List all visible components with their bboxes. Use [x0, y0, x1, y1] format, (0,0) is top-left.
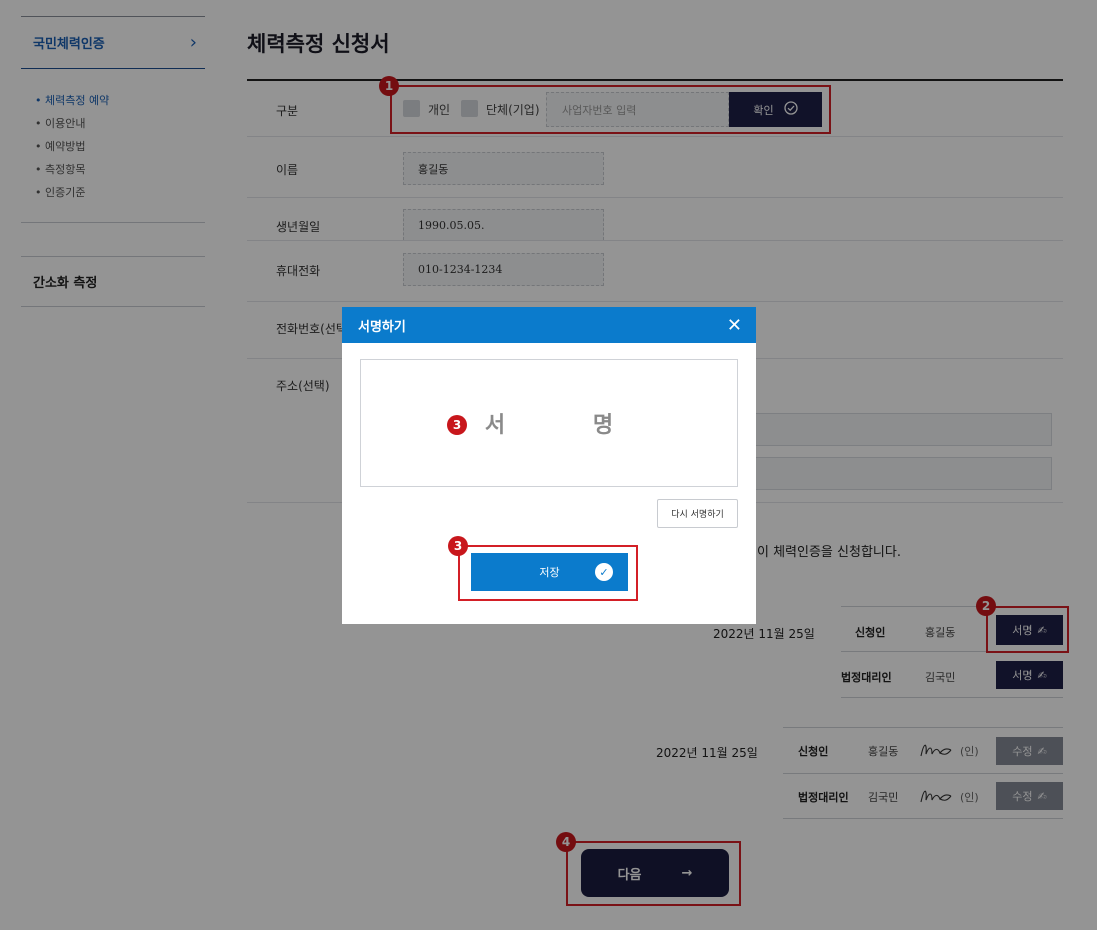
save-button-label: 저장 — [539, 566, 560, 579]
check-circle-icon: ✓ — [595, 563, 613, 581]
signature-pad[interactable]: 3 서 명 — [360, 359, 738, 487]
modal-header: 서명하기 ✕ — [342, 307, 756, 343]
save-button[interactable]: 저장 ✓ — [471, 553, 628, 591]
step-badge-3: 3 — [447, 415, 467, 435]
signature-modal: 서명하기 ✕ 3 서 명 다시 서명하기 3 저장 ✓ — [342, 307, 756, 624]
resign-button[interactable]: 다시 서명하기 — [657, 499, 738, 528]
signature-pad-label: 서 명 — [484, 413, 654, 438]
modal-title: 서명하기 — [358, 319, 406, 335]
step-badge-3: 3 — [448, 536, 468, 556]
close-icon[interactable]: ✕ — [727, 315, 742, 336]
